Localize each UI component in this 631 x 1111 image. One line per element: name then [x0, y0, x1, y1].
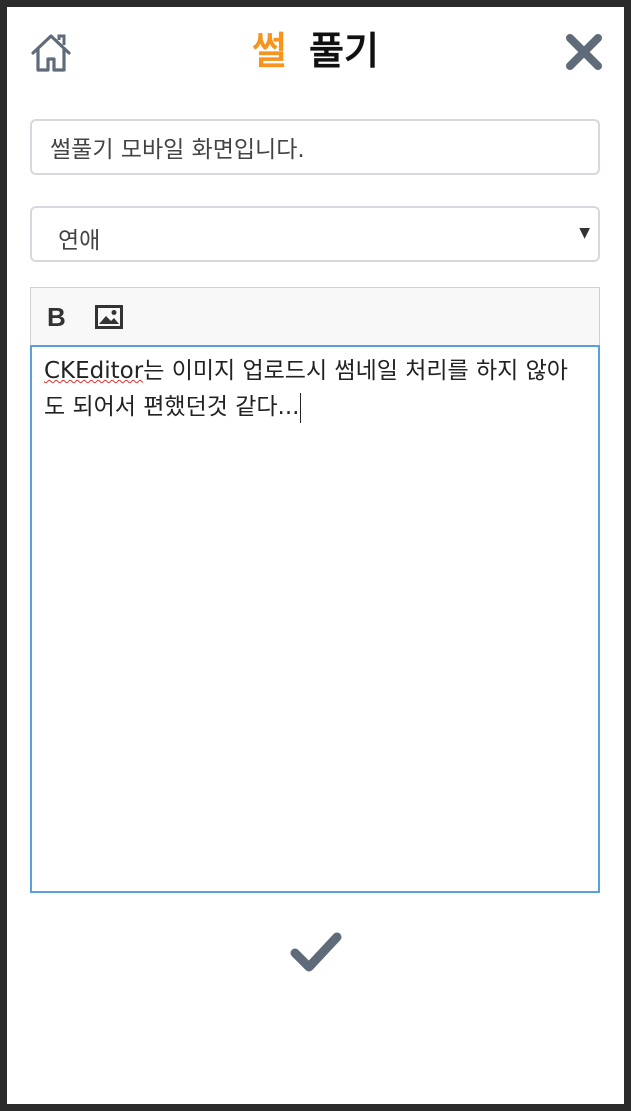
insert-image-button[interactable]	[95, 305, 123, 329]
category-selected-value: 연애	[58, 228, 101, 254]
text-caret	[300, 392, 302, 423]
spellcheck-word: CKEditor	[44, 358, 144, 384]
category-select[interactable]: 연애 ▼	[30, 206, 600, 262]
image-icon	[95, 305, 123, 329]
app-logo: 썰 풀기	[7, 25, 624, 77]
editor-toolbar: B	[30, 287, 600, 345]
app-frame: 썰 풀기 연애 ▼ B CKEditor는 이미지 업로드시 썸네일 처리를 하지…	[7, 7, 624, 1104]
header: 썰 풀기	[7, 7, 624, 97]
bold-button[interactable]: B	[47, 302, 66, 333]
title-input[interactable]	[30, 119, 600, 175]
dropdown-arrow-icon: ▼	[579, 225, 590, 241]
checkmark-icon	[290, 932, 342, 972]
submit-button[interactable]	[289, 929, 343, 975]
close-icon	[566, 34, 602, 70]
rich-text-editor: B CKEditor는 이미지 업로드시 썸네일 처리를 하지 않아도 되어서 …	[30, 287, 600, 893]
logo-main-text: 풀기	[309, 29, 379, 73]
close-button[interactable]	[563, 31, 605, 73]
logo-accent-text: 썰	[252, 29, 288, 73]
editor-content-area[interactable]: CKEditor는 이미지 업로드시 썸네일 처리를 하지 않아도 되어서 편했…	[30, 345, 600, 893]
